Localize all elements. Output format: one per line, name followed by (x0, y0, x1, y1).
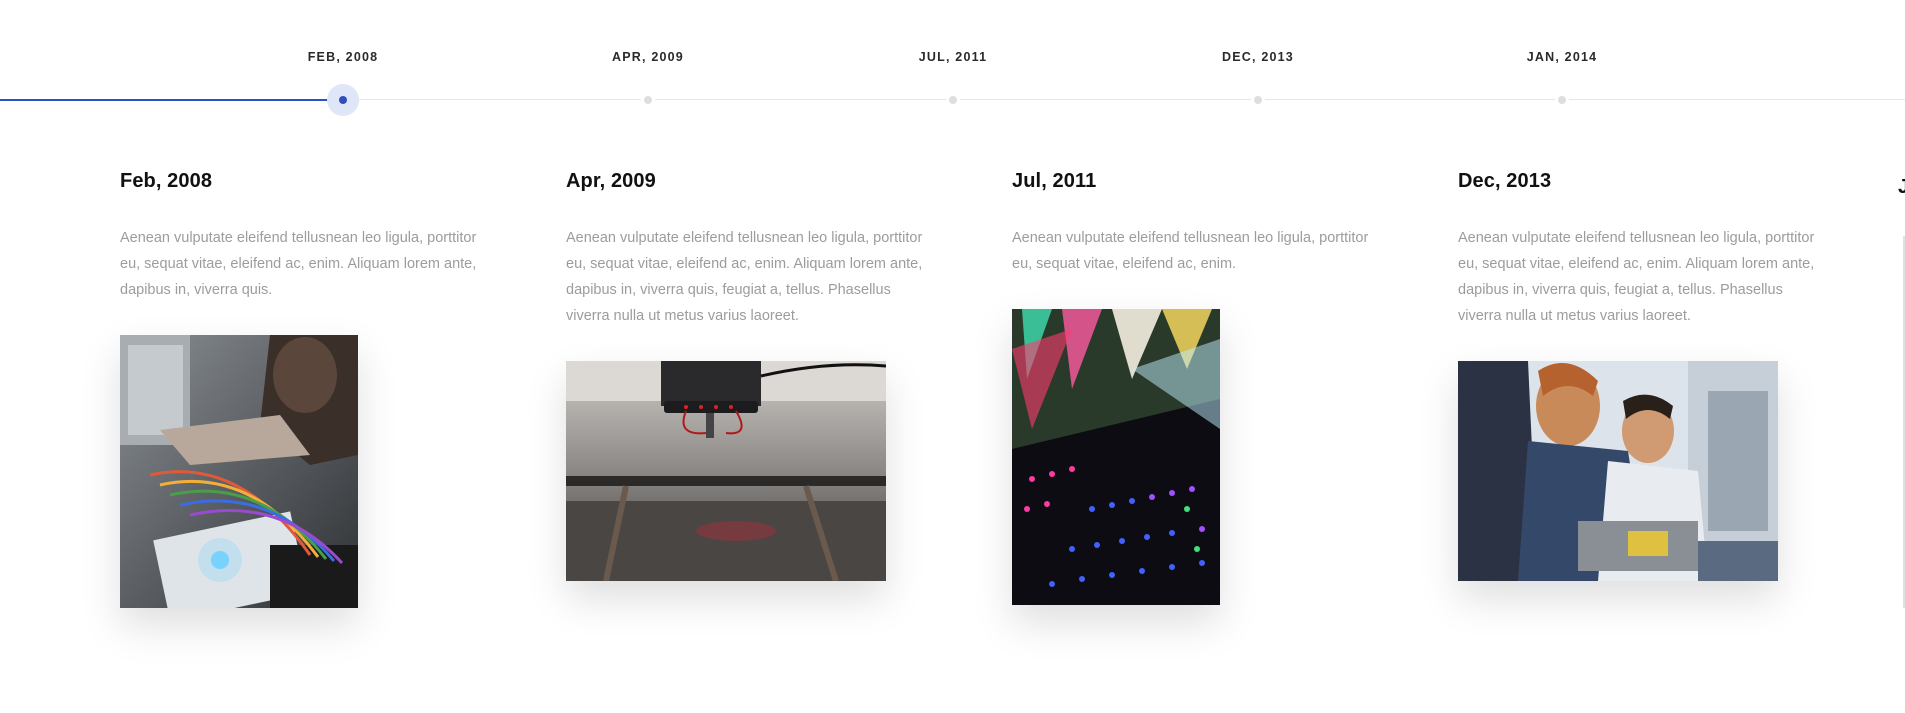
timeline-event: Feb, 2008 Aenean vulputate eleifend tell… (120, 170, 490, 303)
timeline-event: Jul, 2011 Aenean vulputate eleifend tell… (1012, 170, 1382, 277)
timeline-dot (1254, 96, 1262, 104)
cnc-machine-photo (566, 361, 886, 581)
timeline-event: Apr, 2009 Aenean vulputate eleifend tell… (566, 170, 936, 329)
timeline-dot-halo (1555, 93, 1569, 107)
timeline-stop-jan-2014[interactable]: JAN, 2014 (1482, 0, 1642, 130)
event-title: Feb, 2008 (120, 170, 213, 192)
timeline-event: Dec, 2013 Aenean vulputate eleifend tell… (1458, 170, 1828, 329)
cnc-machine-image (566, 361, 886, 581)
timeline-dot (1558, 96, 1566, 104)
timeline-stop-label: JAN, 2014 (1526, 50, 1598, 64)
timeline-nav: FEB, 2008 APR, 2009 JUL, 2011 DEC, 2013 … (0, 0, 1905, 130)
timeline-dot (949, 96, 957, 104)
timeline-stop-label: APR, 2009 (612, 50, 684, 64)
event-description: Aenean vulputate eleifend tellusnean leo… (1458, 230, 1815, 324)
timeline-stop-apr-2009[interactable]: APR, 2009 (568, 0, 728, 130)
timeline-stop-label: FEB, 2008 (307, 50, 379, 64)
engineers-workshop-photo (1458, 361, 1778, 581)
timeline-dot-halo (1251, 93, 1265, 107)
timeline-stop-feb-2008[interactable]: FEB, 2008 (263, 0, 423, 130)
led-lights-photo (1012, 309, 1220, 605)
event-description: Aenean vulputate eleifend tellusnean leo… (566, 230, 923, 324)
timeline-dot-halo (946, 93, 960, 107)
event-description: Aenean vulputate eleifend tellusnean leo… (120, 230, 477, 298)
timeline-dot (339, 96, 347, 104)
event-title: Apr, 2009 (566, 170, 656, 192)
event-description: Aenean vulputate eleifend tellusnean leo… (1012, 230, 1369, 272)
next-event-title-fragment: J (1898, 176, 1905, 196)
event-title: Dec, 2013 (1458, 170, 1552, 192)
timeline-dot-halo (327, 84, 359, 116)
timeline-stop-jul-2011[interactable]: JUL, 2011 (873, 0, 1033, 130)
event-title: Jul, 2011 (1012, 170, 1097, 192)
electronics-breadboard-photo (120, 335, 358, 608)
timeline-stop-label: JUL, 2011 (918, 50, 988, 64)
timeline-stop-dec-2013[interactable]: DEC, 2013 (1178, 0, 1338, 130)
timeline-dot-halo (641, 93, 655, 107)
led-lights-image (1012, 309, 1220, 605)
timeline-dot (644, 96, 652, 104)
electronics-breadboard-image (120, 335, 358, 608)
engineers-workshop-image (1458, 361, 1778, 581)
timeline-stop-label: DEC, 2013 (1222, 50, 1294, 64)
